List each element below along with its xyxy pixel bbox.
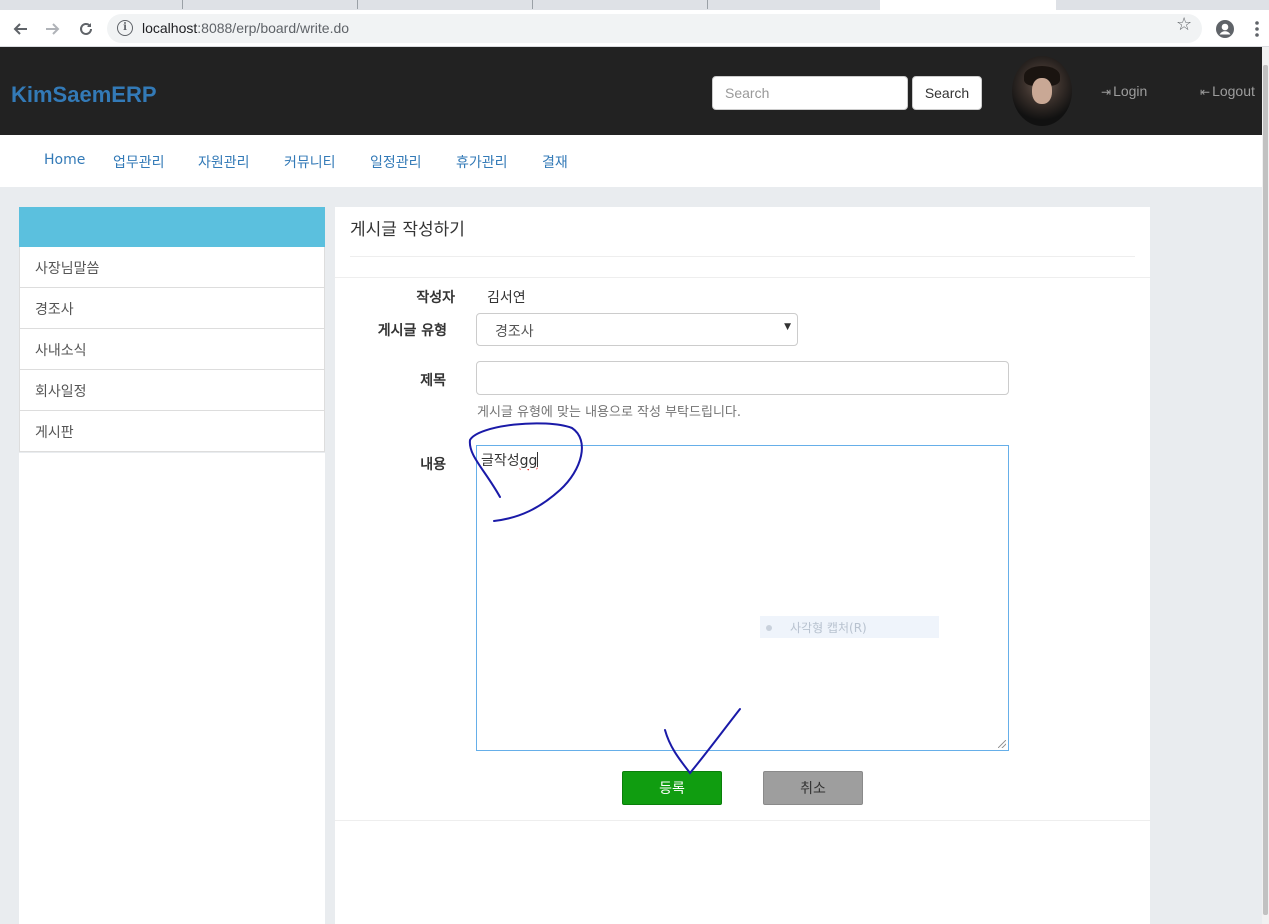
avatar-face (1032, 78, 1052, 104)
capture-icon (766, 625, 772, 631)
browser-tab-strip[interactable] (0, 0, 1269, 10)
menu-item-work[interactable]: 업무관리 (113, 152, 165, 172)
menu-item-schedule[interactable]: 일정관리 (370, 152, 422, 172)
divider (335, 277, 1150, 278)
avatar[interactable] (1012, 56, 1072, 126)
forward-arrow-icon[interactable] (41, 17, 65, 41)
title-input[interactable] (476, 361, 1009, 395)
sidebar-item-company-news[interactable]: 사내소식 (19, 329, 325, 370)
title-label: 제목 (420, 373, 446, 389)
sidebar-item-company-schedule[interactable]: 회사일정 (19, 370, 325, 411)
sidebar-header (19, 207, 325, 247)
sidebar-background (19, 453, 325, 924)
divider (350, 256, 1135, 257)
bookmark-star-icon[interactable]: ☆ (1176, 14, 1192, 35)
chevron-down-icon: ▼ (784, 322, 791, 332)
menu-item-vacation[interactable]: 휴가관리 (456, 152, 508, 172)
menu-item-resources[interactable]: 자원관리 (198, 152, 250, 172)
logout-link[interactable]: ⇤ Logout (1200, 83, 1255, 99)
write-post-panel: 게시글 작성하기 작성자 김서연 게시글 유형 경조사 ▼ 제목 게시글 유형에… (335, 207, 1150, 924)
sidebar-item-ceo-message[interactable]: 사장님말씀 (19, 247, 325, 288)
logout-label: Logout (1212, 83, 1255, 99)
browser-toolbar: i localhost:8088/erp/board/write.do ☆ (0, 10, 1269, 47)
brand-logo[interactable]: KimSaemERP (11, 82, 157, 108)
main-menu: Home 업무관리 자원관리 커뮤니티 일정관리 휴가관리 결재 (0, 135, 1262, 187)
tab-separator (532, 0, 533, 9)
back-arrow-icon[interactable] (8, 17, 32, 41)
context-menu-capture-item[interactable]: 사각형 캡처(R) (760, 616, 939, 638)
content-misspelled-text: gg (519, 453, 538, 469)
scrollbar-thumb[interactable] (1263, 65, 1268, 915)
tab-separator (182, 0, 183, 9)
context-menu-label: 사각형 캡처(R) (790, 621, 867, 635)
writer-label: 작성자 (416, 290, 455, 306)
reload-icon[interactable] (74, 17, 98, 41)
profile-icon[interactable] (1213, 17, 1237, 41)
post-type-label: 게시글 유형 (377, 323, 447, 339)
menu-item-home[interactable]: Home (44, 152, 85, 168)
page-title: 게시글 작성하기 (350, 220, 465, 240)
login-icon: ⇥ (1101, 85, 1112, 99)
sidebar-item-family-events[interactable]: 경조사 (19, 288, 325, 329)
cancel-button[interactable]: 취소 (763, 771, 863, 805)
text-cursor (537, 452, 539, 467)
menu-item-approval[interactable]: 결재 (542, 152, 568, 172)
post-type-select[interactable]: 경조사 ▼ (476, 313, 798, 346)
menu-kebab-icon[interactable] (1245, 17, 1269, 41)
submit-button[interactable]: 등록 (622, 771, 722, 805)
title-help-text: 게시글 유형에 맞는 내용으로 작성 부탁드립니다. (477, 405, 741, 420)
content-label: 내용 (420, 457, 446, 473)
divider (335, 820, 1150, 821)
login-link[interactable]: ⇥ Login (1101, 83, 1147, 99)
resize-handle[interactable] (998, 740, 1006, 748)
page-scrollbar[interactable] (1262, 47, 1269, 924)
logout-icon: ⇤ (1200, 85, 1211, 99)
sidebar-list: 사장님말씀 경조사 사내소식 회사일정 게시판 (19, 247, 325, 452)
search-button[interactable]: Search (912, 76, 982, 110)
tab-separator (707, 0, 708, 9)
login-label: Login (1113, 83, 1148, 99)
post-type-selected: 경조사 (495, 324, 534, 340)
active-tab[interactable] (880, 0, 1056, 10)
tab-separator (357, 0, 358, 9)
writer-value: 김서연 (487, 290, 526, 306)
sidebar-item-board[interactable]: 게시판 (19, 411, 325, 452)
content-textarea[interactable]: 글작성gg (476, 445, 1009, 751)
content-text: 글작성 (481, 453, 520, 469)
address-bar[interactable]: i localhost:8088/erp/board/write.do (107, 14, 1202, 43)
top-navbar: KimSaemERP Search ⇥Login ⇤Logout (0, 47, 1262, 135)
search-input[interactable] (712, 76, 908, 110)
url-text: localhost:8088/erp/board/write.do (142, 20, 350, 36)
menu-item-community[interactable]: 커뮤니티 (284, 152, 336, 172)
site-info-icon[interactable]: i (117, 20, 133, 36)
